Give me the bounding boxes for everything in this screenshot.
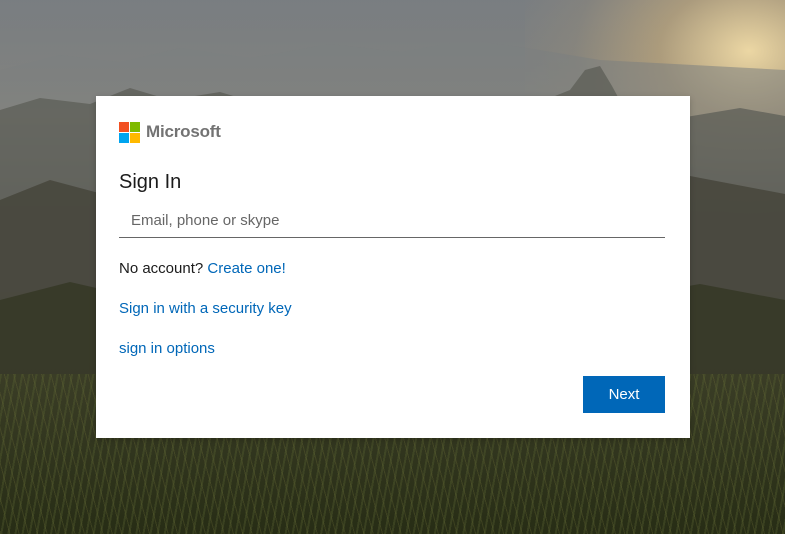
- microsoft-logo: Microsoft: [119, 121, 221, 143]
- email-field[interactable]: [119, 204, 665, 238]
- no-account-row: No account? Create one!: [119, 260, 286, 277]
- next-button[interactable]: Next: [583, 376, 665, 413]
- create-account-link[interactable]: Create one!: [207, 260, 285, 277]
- microsoft-logo-icon: [119, 121, 140, 143]
- page-title: Sign In: [119, 171, 182, 193]
- security-key-row: Sign in with a security key: [119, 300, 292, 317]
- logo-wordmark: Microsoft: [146, 122, 221, 141]
- logo-square-red: [119, 121, 129, 132]
- signin-card: Microsoft Sign In No account? Create one…: [96, 96, 690, 438]
- logo-square-blue: [119, 132, 129, 143]
- logo-square-yellow: [130, 132, 140, 143]
- signin-options-row: sign in options: [119, 340, 215, 357]
- security-key-link[interactable]: Sign in with a security key: [119, 300, 292, 317]
- logo-square-green: [130, 121, 140, 132]
- signin-options-link[interactable]: sign in options: [119, 340, 215, 357]
- no-account-label: No account?: [119, 260, 204, 277]
